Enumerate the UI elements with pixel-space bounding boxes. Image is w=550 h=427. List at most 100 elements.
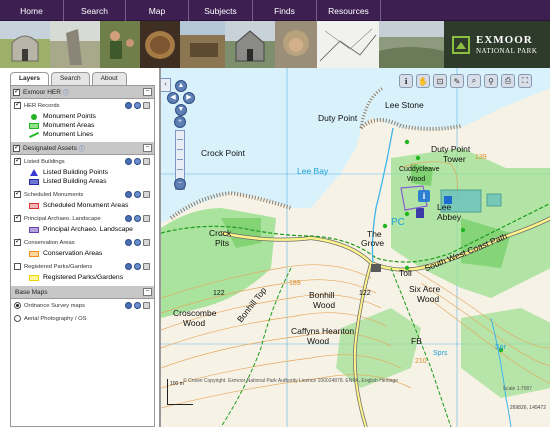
pan-right-icon[interactable]: ▶ — [183, 92, 195, 104]
legend-item: Listed Building Points — [11, 168, 154, 177]
radio-os[interactable] — [14, 302, 21, 309]
conservation-areas-checkbox[interactable] — [14, 237, 21, 246]
layer-tools — [125, 215, 150, 222]
zoom-notch — [177, 169, 183, 170]
brand-text: EXMOOR NATIONAL PARK — [476, 34, 538, 55]
collapse-icon[interactable]: − — [143, 88, 152, 96]
map-label: Wood — [307, 336, 330, 346]
area-symbol-icon — [29, 226, 39, 233]
zoom-out-icon[interactable]: − — [174, 178, 186, 190]
pan-left-icon[interactable]: ◀ — [167, 92, 179, 104]
map-label: Crock Point — [201, 148, 245, 158]
info-icon[interactable]: ⓘ — [63, 88, 69, 97]
legend-label: Registered Parks/Gardens — [43, 274, 124, 281]
table-icon[interactable] — [143, 239, 150, 246]
table-icon[interactable] — [143, 191, 150, 198]
zoom-box-icon[interactable]: ⊡ — [433, 74, 447, 88]
zoom-to-icon[interactable] — [134, 215, 141, 222]
group-designated-assets[interactable]: Designated Assets ⓘ − — [11, 142, 154, 155]
legend-item: Listed Building Areas — [11, 177, 154, 186]
nav-finds[interactable]: Finds — [253, 0, 317, 21]
info-icon[interactable] — [125, 302, 132, 309]
area-symbol-icon — [29, 202, 39, 209]
scale-note: Scale 1:7087 — [502, 386, 532, 392]
search-icon[interactable]: ⌕ — [467, 74, 481, 88]
info-icon[interactable] — [125, 158, 132, 165]
map-label: Croscombe — [173, 308, 217, 318]
group-base-maps[interactable]: Base Maps − — [11, 286, 154, 299]
zoom-to-icon[interactable] — [134, 102, 141, 109]
table-icon[interactable] — [143, 263, 150, 270]
exmoor-brand[interactable]: EXMOOR NATIONAL PARK — [444, 21, 550, 68]
nav-home[interactable]: Home — [0, 0, 64, 21]
group-label: Designated Assets — [23, 144, 77, 152]
principal-archaeo-checkbox[interactable] — [14, 213, 21, 222]
query-icon[interactable]: ⚲ — [484, 74, 498, 88]
zoom-to-icon[interactable] — [134, 158, 141, 165]
svg-text:i: i — [423, 191, 426, 201]
table-icon[interactable] — [143, 102, 150, 109]
her-records-checkbox[interactable] — [14, 100, 21, 109]
table-icon[interactable] — [143, 215, 150, 222]
legend-label: Listed Building Areas — [43, 178, 107, 185]
map-label: Grove — [361, 238, 385, 248]
map-label: FB — [411, 336, 422, 346]
scale-label: 100 m — [170, 381, 184, 387]
group-exmoor-her[interactable]: Exmoor HER ⓘ − — [11, 86, 154, 99]
brand-subtitle: NATIONAL PARK — [476, 46, 538, 55]
zoom-in-icon[interactable]: + — [174, 116, 186, 128]
table-icon[interactable] — [143, 302, 150, 309]
nav-search[interactable]: Search — [64, 0, 126, 21]
map-view[interactable]: i Lee Stone Duty Point Duty Point Tower … — [160, 68, 550, 427]
table-icon[interactable] — [143, 158, 150, 165]
scheduled-monuments-checkbox[interactable] — [14, 189, 21, 198]
map-label: Tower — [443, 154, 466, 164]
zoom-to-icon[interactable] — [134, 239, 141, 246]
print-icon[interactable]: ⎙ — [501, 74, 515, 88]
nav-resources[interactable]: Resources — [317, 0, 381, 21]
measure-icon[interactable]: ✎ — [450, 74, 464, 88]
collapse-icon[interactable]: − — [143, 288, 152, 296]
collapse-icon[interactable]: − — [143, 144, 152, 152]
registered-parks-checkbox[interactable] — [14, 263, 21, 270]
area-symbol-icon — [29, 178, 39, 185]
fullscreen-icon[interactable]: ⛶ — [518, 74, 532, 88]
layer-label: Scheduled Monuments — [24, 191, 84, 198]
zoom-to-icon[interactable] — [134, 191, 141, 198]
listed-buildings-checkbox[interactable] — [14, 156, 21, 165]
map-label: 139 — [475, 154, 487, 161]
info-icon[interactable]: ⓘ — [79, 144, 85, 153]
info-icon[interactable] — [125, 263, 132, 270]
basemap-option-aerial[interactable]: Aerial Photography / OS — [11, 312, 154, 325]
map-label: Abbey — [437, 212, 462, 222]
radio-aerial[interactable] — [14, 315, 21, 322]
pan-down-icon[interactable]: ▼ — [175, 104, 187, 116]
exmoor-her-checkbox[interactable] — [13, 87, 20, 96]
layer-label: HER Records — [24, 102, 60, 109]
layer-tools — [125, 102, 150, 109]
info-icon[interactable] — [125, 215, 132, 222]
map-label: Caffyns Heanton — [291, 326, 355, 336]
info-icon[interactable] — [125, 191, 132, 198]
zoom-to-icon[interactable] — [134, 263, 141, 270]
zoom-to-icon[interactable] — [134, 302, 141, 309]
tab-about[interactable]: About — [91, 72, 127, 86]
info-icon[interactable] — [125, 239, 132, 246]
nav-map[interactable]: Map — [126, 0, 189, 21]
info-icon[interactable] — [125, 102, 132, 109]
info-tool-icon[interactable]: ℹ — [399, 74, 413, 88]
copyright-text: © Crown Copyright. Exmoor National Park … — [183, 378, 399, 384]
header-photos — [0, 21, 444, 68]
nav-subjects[interactable]: Subjects — [189, 0, 253, 21]
designated-assets-checkbox[interactable] — [13, 143, 20, 152]
pan-up-icon[interactable]: ▲ — [175, 80, 187, 92]
pan-hand-icon[interactable]: ✋ — [416, 74, 430, 88]
tab-search[interactable]: Search — [50, 72, 90, 86]
basemap-option-os[interactable]: Ordnance Survey maps — [11, 299, 154, 312]
zoom-notch — [177, 149, 183, 150]
layer-label: Registered Parks/Gardens — [24, 263, 93, 270]
collapse-sidebar-button[interactable]: ‹ — [161, 78, 171, 92]
legend-item: Monument Areas — [11, 121, 154, 130]
tab-layers[interactable]: Layers — [10, 72, 49, 86]
legend-label: Monument Points — [43, 113, 96, 120]
